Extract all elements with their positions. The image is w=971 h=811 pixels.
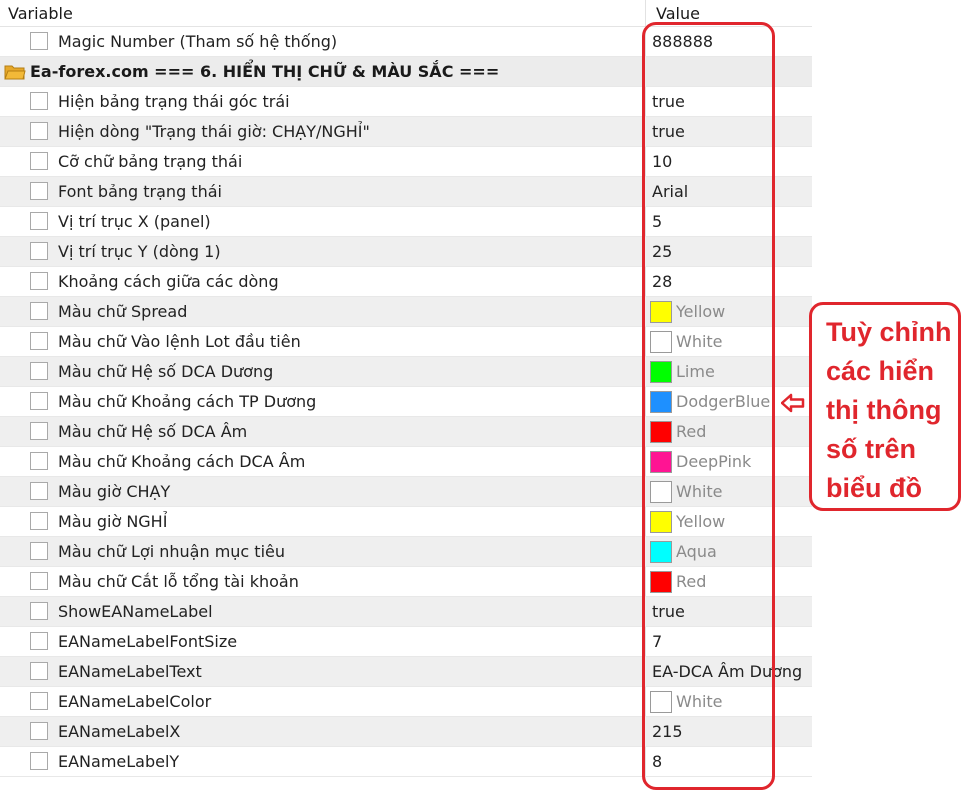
parameter-label: Màu chữ Vào lệnh Lot đầu tiên	[58, 332, 301, 351]
arrow-left-icon	[781, 393, 805, 413]
row-checkbox[interactable]	[30, 752, 48, 770]
row-checkbox[interactable]	[30, 422, 48, 440]
parameter-label: Màu chữ Spread	[58, 302, 188, 321]
parameter-label: Màu chữ Cắt lỗ tổng tài khoản	[58, 572, 299, 591]
parameter-label: EANameLabelText	[58, 662, 202, 681]
annotation-callout: Tuỳ chỉnh các hiển thị thông số trên biể…	[809, 302, 961, 511]
parameter-label: Màu chữ Khoảng cách DCA Âm	[58, 452, 306, 471]
parameter-label: Vị trí trục X (panel)	[58, 212, 211, 231]
parameter-label: Hiện bảng trạng thái góc trái	[58, 92, 290, 111]
row-checkbox[interactable]	[30, 482, 48, 500]
parameter-label: EANameLabelX	[58, 722, 181, 741]
parameter-label: Magic Number (Tham số hệ thống)	[58, 32, 338, 51]
row-checkbox[interactable]	[30, 632, 48, 650]
row-checkbox[interactable]	[30, 152, 48, 170]
row-checkbox[interactable]	[30, 332, 48, 350]
value-column-highlight	[642, 22, 775, 790]
row-checkbox[interactable]	[30, 722, 48, 740]
parameter-label: Màu chữ Khoảng cách TP Dương	[58, 392, 317, 411]
parameter-label: Màu chữ Hệ số DCA Âm	[58, 422, 248, 441]
parameter-label: Màu chữ Hệ số DCA Dương	[58, 362, 274, 381]
row-checkbox[interactable]	[30, 602, 48, 620]
parameter-label: Màu giờ CHẠY	[58, 482, 171, 501]
value-column-header[interactable]: Value	[656, 4, 700, 23]
row-checkbox[interactable]	[30, 272, 48, 290]
row-checkbox[interactable]	[30, 572, 48, 590]
row-checkbox[interactable]	[30, 692, 48, 710]
row-checkbox[interactable]	[30, 302, 48, 320]
parameter-label: Hiện dòng "Trạng thái giờ: CHẠY/NGHỈ"	[58, 122, 370, 141]
parameter-label: Màu chữ Lợi nhuận mục tiêu	[58, 542, 285, 561]
row-checkbox[interactable]	[30, 92, 48, 110]
parameter-label: Khoảng cách giữa các dòng	[58, 272, 279, 291]
section-title: Ea-forex.com === 6. HIỂN THỊ CHỮ & MÀU S…	[30, 62, 500, 81]
variable-column-header[interactable]: Variable	[8, 4, 73, 23]
parameter-label: Cỡ chữ bảng trạng thái	[58, 152, 243, 171]
parameter-label: Màu giờ NGHỈ	[58, 512, 168, 531]
folder-icon	[4, 65, 26, 80]
parameter-label: Font bảng trạng thái	[58, 182, 222, 201]
parameter-label: EANameLabelY	[58, 752, 180, 771]
row-checkbox[interactable]	[30, 662, 48, 680]
row-checkbox[interactable]	[30, 452, 48, 470]
row-checkbox[interactable]	[30, 32, 48, 50]
row-checkbox[interactable]	[30, 212, 48, 230]
row-checkbox[interactable]	[30, 242, 48, 260]
row-checkbox[interactable]	[30, 362, 48, 380]
row-checkbox[interactable]	[30, 542, 48, 560]
callout-text: Tuỳ chỉnh các hiển thị thông số trên biể…	[826, 317, 952, 503]
row-checkbox[interactable]	[30, 392, 48, 410]
row-checkbox[interactable]	[30, 182, 48, 200]
parameter-label: EANameLabelFontSize	[58, 632, 238, 651]
parameter-label: Vị trí trục Y (dòng 1)	[58, 242, 221, 261]
parameter-label: EANameLabelColor	[58, 692, 212, 711]
parameter-label: ShowEANameLabel	[58, 602, 213, 621]
row-checkbox[interactable]	[30, 122, 48, 140]
row-checkbox[interactable]	[30, 512, 48, 530]
